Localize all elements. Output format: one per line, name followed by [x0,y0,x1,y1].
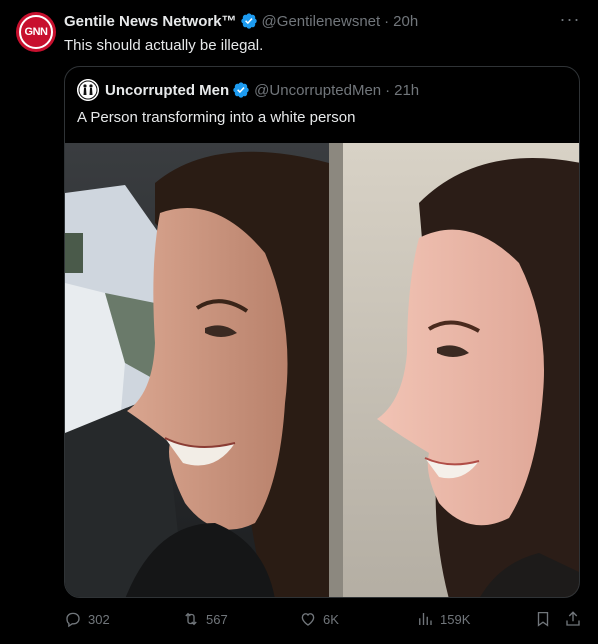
author-handle[interactable]: @Gentilenewsnet [262,13,381,30]
quoted-avatar-image [77,79,99,101]
share-button[interactable] [564,610,582,628]
like-button[interactable]: 6K [299,610,339,628]
author-name[interactable]: Gentile News Network™ [64,13,237,30]
quoted-avatar[interactable] [77,79,99,101]
repost-button[interactable]: 567 [182,610,228,628]
photo-right[interactable] [329,143,579,597]
quoted-author-name[interactable]: Uncorrupted Men [105,82,229,99]
verified-badge-icon [233,82,249,98]
gnn-logo: GNN [19,15,53,49]
like-count: 6K [323,611,339,627]
avatar[interactable]: GNN [16,12,56,52]
quoted-tweet[interactable]: Uncorrupted Men @UncorruptedMen · 21h A … [64,66,580,598]
share-icon [566,611,580,626]
like-icon [301,613,315,626]
views-icon [419,613,432,625]
more-icon[interactable]: ··· [558,10,582,32]
avatar-logo-text: GNN [24,26,48,38]
quoted-author-handle[interactable]: @UncorruptedMen [254,82,381,99]
separator-dot: · [385,81,391,99]
views-button[interactable]: 159K [416,610,470,628]
photo-right-image [329,143,579,597]
reply-count: 302 [88,611,110,627]
tweet-header: Gentile News Network™ @Gentilenewsnet · … [64,12,418,30]
bookmark-icon [537,611,549,627]
repost-count: 567 [206,611,228,627]
separator-dot: · [384,12,390,30]
quoted-timestamp[interactable]: 21h [394,82,419,99]
views-count: 159K [440,611,471,627]
tweet-text: This should actually be illegal. [64,37,264,54]
timestamp[interactable]: 20h [393,13,418,30]
photo-left[interactable] [65,143,329,597]
photo-left-image [65,143,329,597]
verified-badge-icon [240,13,257,29]
quoted-header: Uncorrupted Men @UncorruptedMen · 21h [77,79,419,101]
quoted-text: A Person transforming into a white perso… [77,109,356,126]
reply-button[interactable]: 302 [64,610,110,628]
repost-icon [185,612,197,626]
media-grid [65,143,579,597]
action-bar: 302 567 6K 159K [64,610,584,634]
bookmark-button[interactable] [534,610,552,628]
reply-icon [66,612,80,628]
